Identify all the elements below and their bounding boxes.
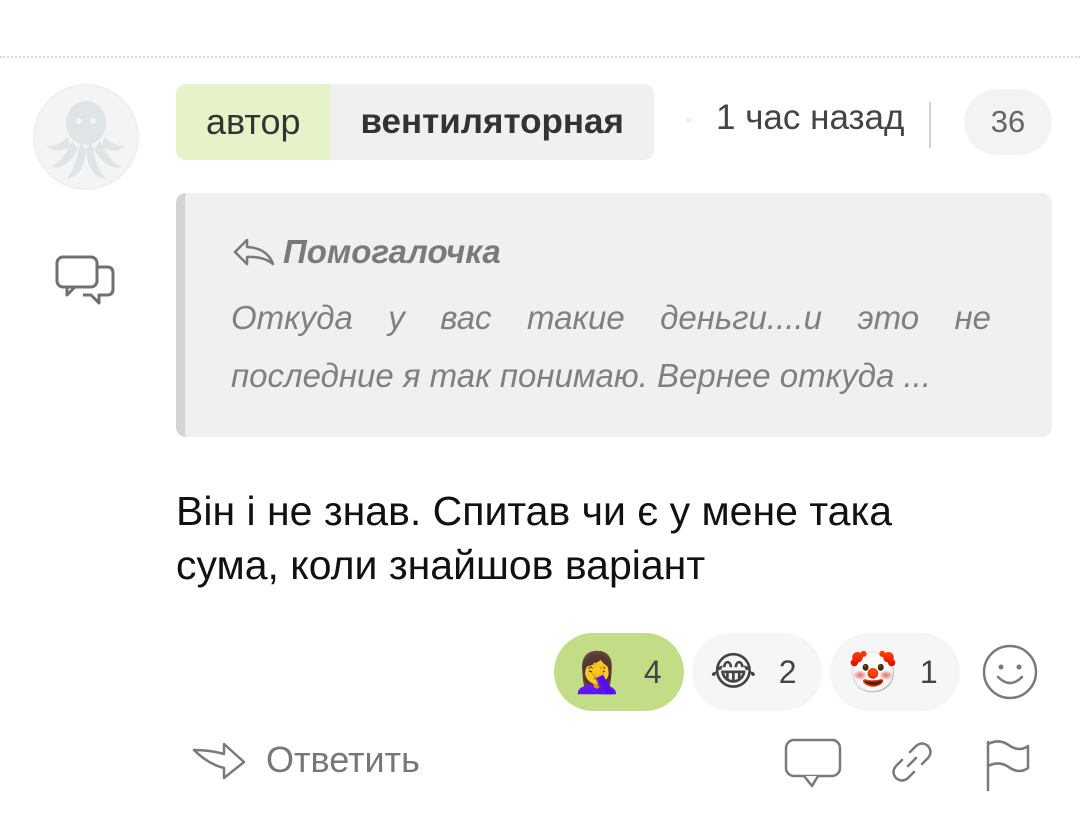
reaction-count: 4 <box>643 653 662 690</box>
reaction-count: 1 <box>919 653 938 690</box>
quoted-comment[interactable]: Помогалочка Откуда у вас такие деньги...… <box>176 193 1052 437</box>
link-icon[interactable] <box>888 738 936 786</box>
quote-line-1: Откуда у вас такие деньги....и это не <box>231 289 991 347</box>
reply-button[interactable]: Ответить <box>190 738 420 782</box>
reaction-count: 2 <box>778 653 797 690</box>
reply-label: Ответить <box>266 739 420 780</box>
clown-icon: 🤡 <box>848 650 898 695</box>
author-tag: автор <box>176 84 331 160</box>
quote-word: это <box>857 299 920 336</box>
thread-comments-icon[interactable] <box>55 253 117 307</box>
quote-author[interactable]: Помогалочка <box>283 233 501 271</box>
comment-bubble-icon[interactable] <box>784 738 842 790</box>
comment-text: Він і не знав. Спитав чи є у мене така с… <box>176 488 893 588</box>
add-reaction-smile-icon[interactable] <box>981 643 1039 701</box>
quote-word: не <box>954 299 991 336</box>
quote-word: у <box>388 299 405 336</box>
reaction-facepalm[interactable]: 🤦‍♀️ 4 <box>554 633 684 711</box>
quote-header: Помогалочка <box>231 233 501 271</box>
avatar[interactable] <box>33 84 139 190</box>
comment-count-badge[interactable]: 36 <box>964 89 1052 155</box>
tears-of-joy-icon: 😂 <box>710 650 757 694</box>
quote-word: такие <box>526 299 625 336</box>
author-chip[interactable]: автор вентиляторная <box>176 84 654 160</box>
reply-arrow-icon <box>192 742 246 780</box>
author-name[interactable]: вентиляторная <box>330 84 654 160</box>
quote-line-2: последние я так понимаю. Вернее откуда .… <box>231 357 931 394</box>
octopus-avatar-icon <box>46 101 126 179</box>
comment-time: 1 час назад <box>716 98 905 137</box>
reply-arrow-icon <box>233 238 275 266</box>
quote-text: Откуда у вас такие деньги....и это не по… <box>231 289 991 405</box>
quote-word: деньги....и <box>660 299 822 336</box>
text-cursor <box>929 102 931 148</box>
reaction-clown[interactable]: 🤡 1 <box>830 633 960 711</box>
top-divider <box>0 56 1080 58</box>
report-flag-icon[interactable] <box>982 738 1032 792</box>
separator-dot <box>686 117 692 123</box>
reaction-tears-of-joy[interactable]: 😂 2 <box>692 633 822 711</box>
facepalm-icon: 🤦‍♀️ <box>572 650 622 695</box>
quote-word: Откуда <box>231 299 353 336</box>
quote-word: вас <box>440 299 492 336</box>
